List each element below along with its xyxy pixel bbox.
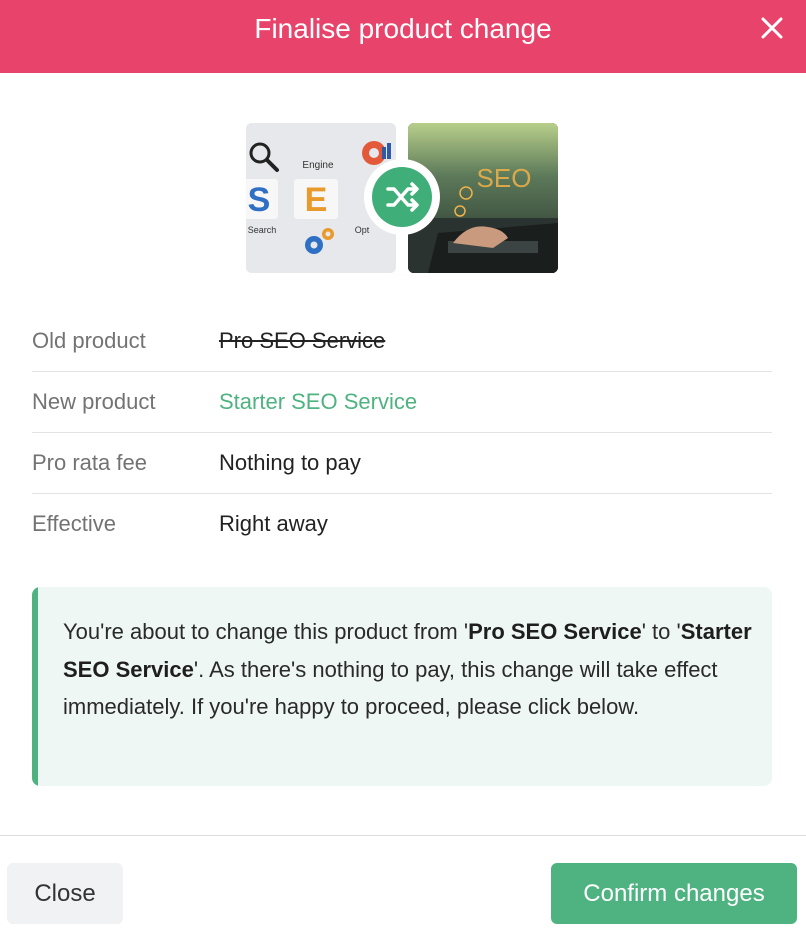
word-opt: Opt (355, 225, 370, 235)
confirm-changes-button[interactable]: Confirm changes (551, 863, 797, 924)
shuffle-icon (372, 167, 432, 227)
pro-rata-fee-value: Nothing to pay (219, 450, 361, 475)
effective-label: Effective (32, 511, 116, 536)
letter-e: E (305, 181, 328, 219)
notice-part-1: You're about to change this product from… (63, 619, 469, 644)
seo-text: SEO (477, 163, 532, 193)
word-search: Search (248, 225, 277, 235)
detail-row-pro-rata-fee: Pro rata fee Nothing to pay (32, 433, 772, 494)
swap-badge (364, 159, 440, 235)
notice-part-2: ' to ' (641, 619, 681, 644)
letter-s: S (248, 181, 271, 219)
product-images: S E Engine Search Opt SEO (246, 123, 558, 273)
detail-row-new-product: New product Starter SEO Service (32, 372, 772, 433)
notice-old-product: Pro SEO Service (468, 619, 642, 644)
old-product-value: Pro SEO Service (219, 328, 386, 353)
detail-row-effective: Effective Right away (32, 494, 772, 554)
new-product-value: Starter SEO Service (219, 389, 418, 414)
detail-row-old-product: Old product Pro SEO Service (32, 311, 772, 372)
word-engine: Engine (302, 160, 334, 171)
close-icon[interactable] (760, 14, 784, 42)
modal-header: Finalise product change (0, 0, 806, 73)
modal-title: Finalise product change (254, 13, 552, 44)
pro-rata-fee-label: Pro rata fee (32, 450, 147, 475)
notice-accent-bar (32, 587, 38, 786)
close-button[interactable]: Close (7, 863, 123, 924)
footer-divider (0, 835, 806, 836)
info-notice: You're about to change this product from… (32, 587, 772, 786)
old-product-label: Old product (32, 328, 146, 353)
effective-value: Right away (219, 511, 328, 536)
new-product-label: New product (32, 389, 156, 414)
change-details: Old product Pro SEO Service New product … (32, 311, 772, 554)
notice-text: You're about to change this product from… (63, 613, 753, 726)
